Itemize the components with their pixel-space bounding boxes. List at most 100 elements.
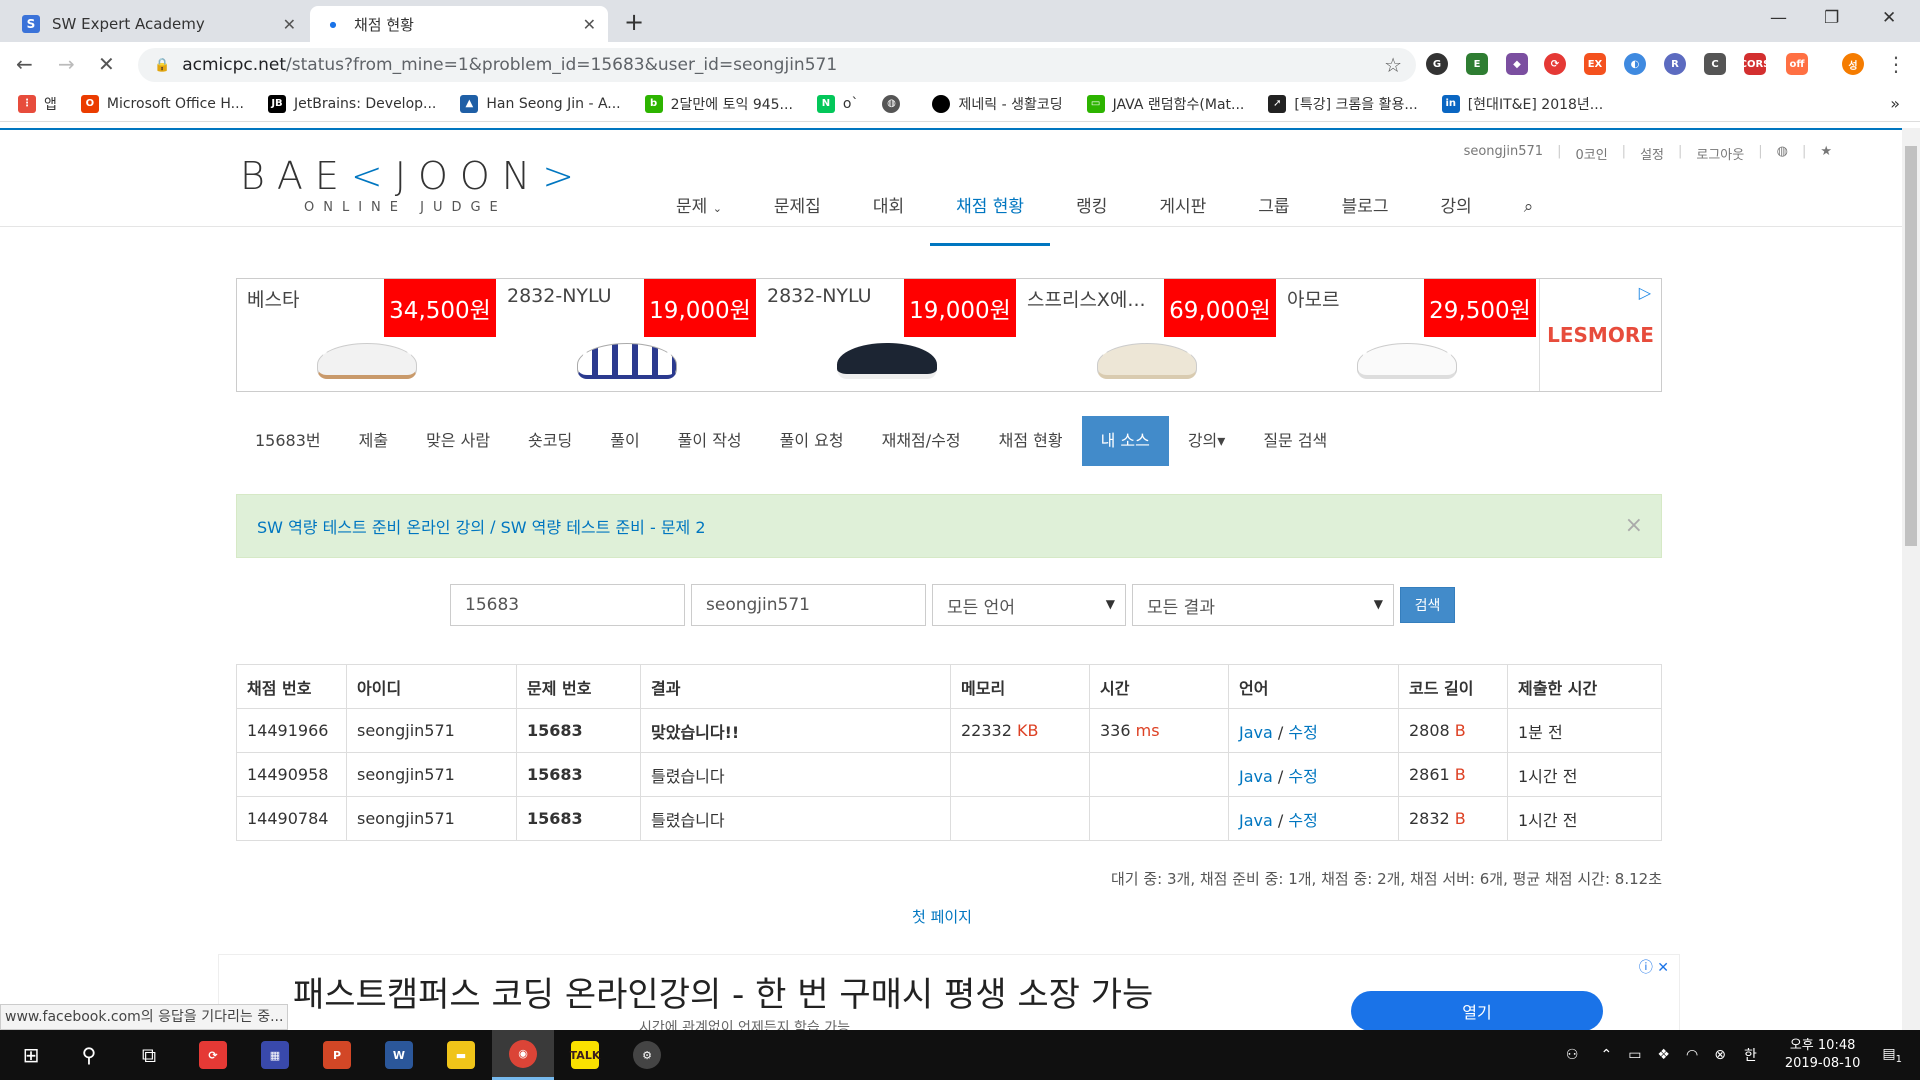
source-link[interactable]: Java xyxy=(1239,767,1273,786)
submit-time-link[interactable]: 1분 전 xyxy=(1507,708,1662,753)
nav-board[interactable]: 게시판 xyxy=(1133,192,1232,246)
dropbox-icon[interactable]: ❖ xyxy=(1657,1047,1670,1063)
tab-status[interactable]: ● 채점 현황 ✕ xyxy=(310,6,608,42)
user-link[interactable]: seongjin571 xyxy=(346,752,517,797)
nav-blog[interactable]: 블로그 xyxy=(1316,192,1415,246)
stop-icon[interactable]: ✕ xyxy=(98,52,115,76)
address-bar[interactable]: 🔒 acmicpc.net/status?from_mine=1&problem… xyxy=(138,48,1416,82)
extension-cors-icon[interactable]: CORS xyxy=(1740,53,1770,75)
nav-problems[interactable]: 문제 ⌄ xyxy=(650,192,748,246)
user-link[interactable]: seongjin571 xyxy=(346,796,517,841)
new-tab-icon[interactable]: + xyxy=(624,8,644,36)
tab-sw-expert[interactable]: S SW Expert Academy ✕ xyxy=(8,6,308,42)
alert-link-problem[interactable]: SW 역량 테스트 준비 - 문제 2 xyxy=(501,514,706,538)
people-icon[interactable]: ⚇ xyxy=(1566,1047,1579,1063)
ad-product[interactable]: 아모르 29,500원 xyxy=(1277,279,1536,391)
subnav-request-solution[interactable]: 풀이 요청 xyxy=(761,416,863,466)
nav-status[interactable]: 채점 현황 xyxy=(930,192,1051,246)
forward-icon[interactable]: → xyxy=(58,52,75,76)
taskbar-clock[interactable]: 오후 10:48 2019-08-10 xyxy=(1785,1037,1861,1073)
problem-link[interactable]: 15683 xyxy=(516,708,641,753)
chevron-up-icon[interactable]: ⌃ xyxy=(1600,1047,1612,1063)
source-link[interactable]: Java xyxy=(1239,811,1273,830)
subnav-solution[interactable]: 풀이 xyxy=(591,416,658,466)
globe-icon[interactable]: ◍ xyxy=(1777,144,1788,163)
taskbar-app[interactable]: P xyxy=(306,1030,368,1080)
bottom-ad-banner[interactable]: 패스트캠퍼스 코딩 온라인강의 - 한 번 구매시 평생 소장 가능 시간에 관… xyxy=(218,954,1680,1030)
bookmark-item[interactable]: 제네릭 - 생활코딩 xyxy=(932,94,1063,114)
search-button[interactable]: 검색 xyxy=(1400,587,1455,623)
problem-link[interactable]: 15683 xyxy=(516,752,641,797)
problem-link[interactable]: 15683 xyxy=(516,796,641,841)
subnav-rejudge[interactable]: 재채점/수정 xyxy=(863,416,980,466)
close-icon[interactable]: ✕ xyxy=(1657,960,1669,976)
extension-c-icon[interactable]: C xyxy=(1704,53,1726,75)
close-icon[interactable]: ✕ xyxy=(583,15,596,34)
subnav-lecture[interactable]: 강의▾ xyxy=(1169,416,1244,466)
lesmore-logo[interactable]: ▷ LESMORE xyxy=(1539,279,1661,391)
taskbar-app[interactable]: ▬ xyxy=(430,1030,492,1080)
more-bookmarks-icon[interactable]: » xyxy=(1890,94,1900,113)
subnav-question-search[interactable]: 질문 검색 xyxy=(1244,416,1346,466)
back-icon[interactable]: ← xyxy=(16,52,33,76)
nav-group[interactable]: 그룹 xyxy=(1232,192,1315,246)
coin-link[interactable]: 0코인 xyxy=(1575,144,1607,163)
edit-link[interactable]: 수정 xyxy=(1288,811,1317,830)
bookmark-item[interactable]: ➚ [특강] 크롬을 활용... xyxy=(1268,94,1418,114)
username-link[interactable]: seongjin571 xyxy=(1464,144,1544,163)
alert-link-lecture[interactable]: SW 역량 테스트 준비 온라인 강의 xyxy=(257,514,485,538)
profile-avatar-icon[interactable]: 성 xyxy=(1842,53,1864,75)
window-close-icon[interactable]: ✕ xyxy=(1882,8,1896,28)
result-select[interactable]: 모든 결과 ▼ xyxy=(1132,584,1394,626)
edit-link[interactable]: 수정 xyxy=(1288,767,1317,786)
menu-dots-icon[interactable]: ⋮ xyxy=(1886,52,1906,76)
ad-product[interactable]: 스프리스X에... 69,000원 xyxy=(1017,279,1276,391)
battery-icon[interactable]: ▭ xyxy=(1628,1047,1641,1063)
bookmark-item[interactable]: JB JetBrains: Develop... xyxy=(268,94,436,113)
page-scrollbar[interactable] xyxy=(1902,128,1920,1030)
ime-indicator[interactable]: 한 xyxy=(1744,1045,1757,1065)
restore-icon[interactable]: ❐ xyxy=(1824,8,1839,28)
baekjoon-logo[interactable]: BAE<JOON> ONLINE JUDGE xyxy=(240,154,586,215)
bookmark-item[interactable]: b 2달만에 토익 945... xyxy=(644,94,793,114)
subnav-solvers[interactable]: 맞은 사람 xyxy=(407,416,509,466)
language-select[interactable]: 모든 언어 ▼ xyxy=(932,584,1126,626)
minimize-icon[interactable]: — xyxy=(1770,8,1787,28)
edit-link[interactable]: 수정 xyxy=(1288,723,1317,742)
nav-workbook[interactable]: 문제집 xyxy=(748,192,847,246)
nav-lecture[interactable]: 강의 xyxy=(1414,192,1497,246)
close-icon[interactable]: × xyxy=(1625,513,1643,538)
user-id-input[interactable]: seongjin571 xyxy=(691,584,926,626)
settings-link[interactable]: 설정 xyxy=(1640,144,1664,163)
windows-start-icon[interactable]: ⊞ xyxy=(0,1030,62,1080)
taskbar-app[interactable]: TALK xyxy=(554,1030,616,1080)
adchoices-icon[interactable]: ▷ xyxy=(1639,283,1651,302)
search-icon[interactable]: ⌕ xyxy=(1498,192,1560,246)
extension-r-icon[interactable]: R xyxy=(1664,53,1686,75)
wifi-icon[interactable]: ◠ xyxy=(1686,1047,1698,1063)
source-link[interactable]: Java xyxy=(1239,723,1273,742)
subnav-problem[interactable]: 15683번 xyxy=(236,416,340,466)
ad-open-button[interactable]: 열기 xyxy=(1351,991,1603,1030)
bookmark-item[interactable]: in [현대IT&E] 2018년... xyxy=(1441,94,1603,114)
ad-product[interactable]: 베스타 34,500원 xyxy=(237,279,496,391)
bookmark-item[interactable]: ▭ JAVA 랜덤함수(Mat... xyxy=(1086,94,1244,114)
bookmark-item[interactable]: O Microsoft Office H... xyxy=(80,94,244,113)
taskbar-app[interactable]: ⟳ xyxy=(182,1030,244,1080)
nav-ranking[interactable]: 랭킹 xyxy=(1050,192,1133,246)
bookmark-item[interactable]: No` xyxy=(816,94,858,113)
info-icon[interactable]: ⓘ xyxy=(1639,960,1653,976)
extension-g-icon[interactable]: G xyxy=(1426,53,1448,75)
taskbar-app[interactable]: ◉ xyxy=(492,1030,554,1080)
subnav-shortcoding[interactable]: 숏코딩 xyxy=(509,416,591,466)
extension-ex-icon[interactable]: EX xyxy=(1584,53,1606,75)
submit-time-link[interactable]: 1시간 전 xyxy=(1507,752,1662,797)
bookmark-item[interactable]: ⋮ 앱 xyxy=(18,94,57,114)
star-icon[interactable]: ★ xyxy=(1820,144,1832,163)
bookmark-item[interactable]: ◍ xyxy=(882,94,908,113)
notification-icon[interactable]: ▤1 xyxy=(1882,1046,1902,1065)
close-icon[interactable]: ✕ xyxy=(283,15,296,34)
mute-icon[interactable]: ⊗ xyxy=(1714,1047,1726,1063)
taskbar-app[interactable]: W xyxy=(368,1030,430,1080)
logout-link[interactable]: 로그아웃 xyxy=(1696,144,1744,163)
